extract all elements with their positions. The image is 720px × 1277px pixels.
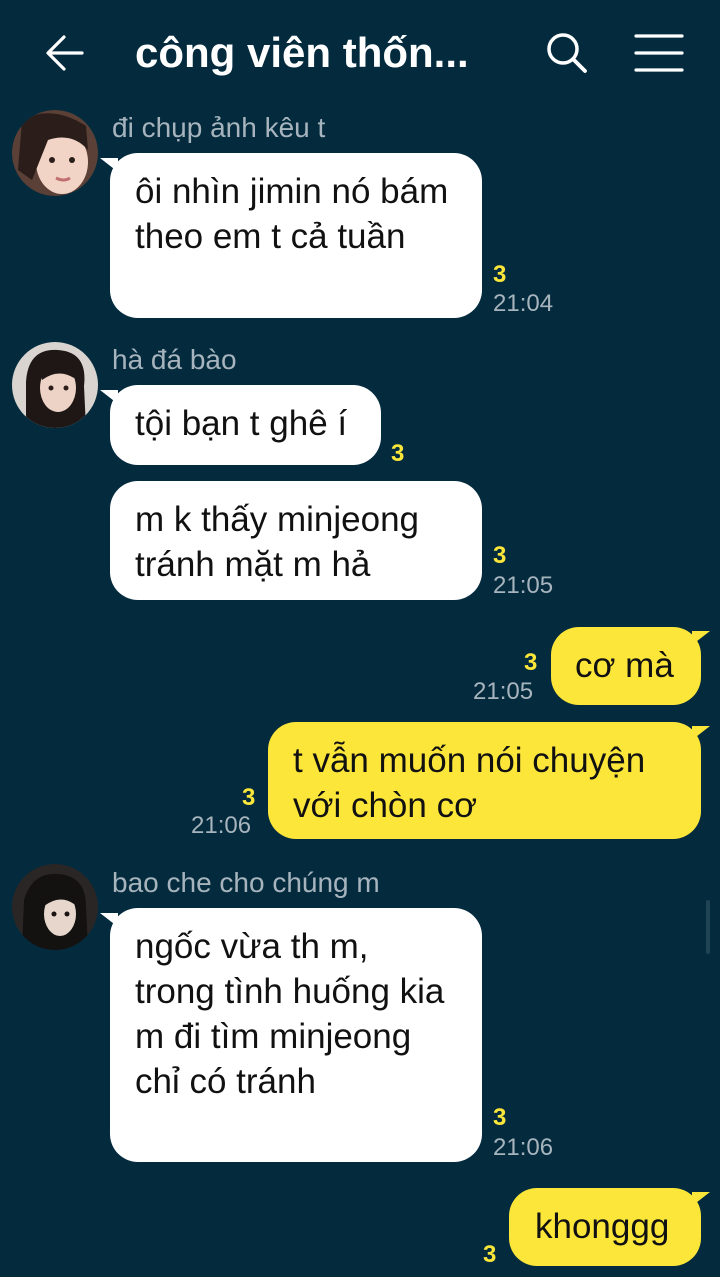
avatar[interactable] [12,864,98,950]
message-bubble[interactable]: ôi nhìn jimin nó bám theo em t cả tuần [110,153,482,318]
bubble-tail [692,1192,710,1206]
message-bubble[interactable]: khonggg [509,1188,701,1266]
arrow-left-icon [46,35,84,71]
sender-name: đi chụp ảnh kêu t [112,112,326,143]
sender-name: bao che cho chúng m [112,867,380,898]
unread-count: 3 [493,261,507,288]
unread-count: 3 [493,542,507,569]
message-time: 21:05 [473,678,534,705]
bubble-tail [100,390,118,404]
message-bubble[interactable]: tội bạn t ghê í [110,385,381,465]
message-text: khonggg [535,1207,670,1246]
message-bubble[interactable]: cơ mà [551,627,701,705]
message-time: 21:04 [493,290,554,317]
message-text: ngốc vừa th m, trong tình huống kia m đi… [135,927,445,1101]
message-bubble[interactable]: m k thấy minjeong tránh mặt m hả [110,481,482,600]
back-button[interactable] [40,28,90,78]
avatar[interactable] [12,342,98,428]
bubble-tail [100,913,118,927]
scrollbar[interactable] [706,900,710,954]
message-bubble[interactable]: ngốc vừa th m, trong tình huống kia m đi… [110,908,482,1162]
sender-name: hà đá bào [112,344,237,375]
message-time: 21:06 [191,812,252,839]
unread-count: 3 [483,1241,497,1268]
avatar[interactable] [12,110,98,196]
chat-title: công viên thốn... [135,29,469,76]
message-text: ôi nhìn jimin nó bám theo em t cả tuần [135,172,449,256]
menu-button[interactable] [632,28,686,78]
message-text: tội bạn t ghê í [135,404,348,443]
message-time: 21:05 [493,572,554,599]
message-bubble[interactable]: t vẫn muốn nói chuyện với chòn cơ [268,722,701,839]
hamburger-menu-icon [634,34,684,72]
unread-count: 3 [493,1104,507,1131]
bubble-tail [692,631,710,645]
message-time: 21:06 [493,1134,554,1161]
message-text: m k thấy minjeong tránh mặt m hả [135,500,420,584]
unread-count: 3 [524,649,538,676]
unread-count: 3 [391,440,405,467]
message-text: t vẫn muốn nói chuyện với chòn cơ [293,741,646,825]
bubble-tail [692,726,710,740]
message-text: cơ mà [575,646,674,685]
search-icon [547,33,587,73]
search-button[interactable] [542,28,592,78]
unread-count: 3 [242,784,256,811]
top-app-bar: công viên thốn... [0,0,720,105]
bubble-tail [100,158,118,172]
